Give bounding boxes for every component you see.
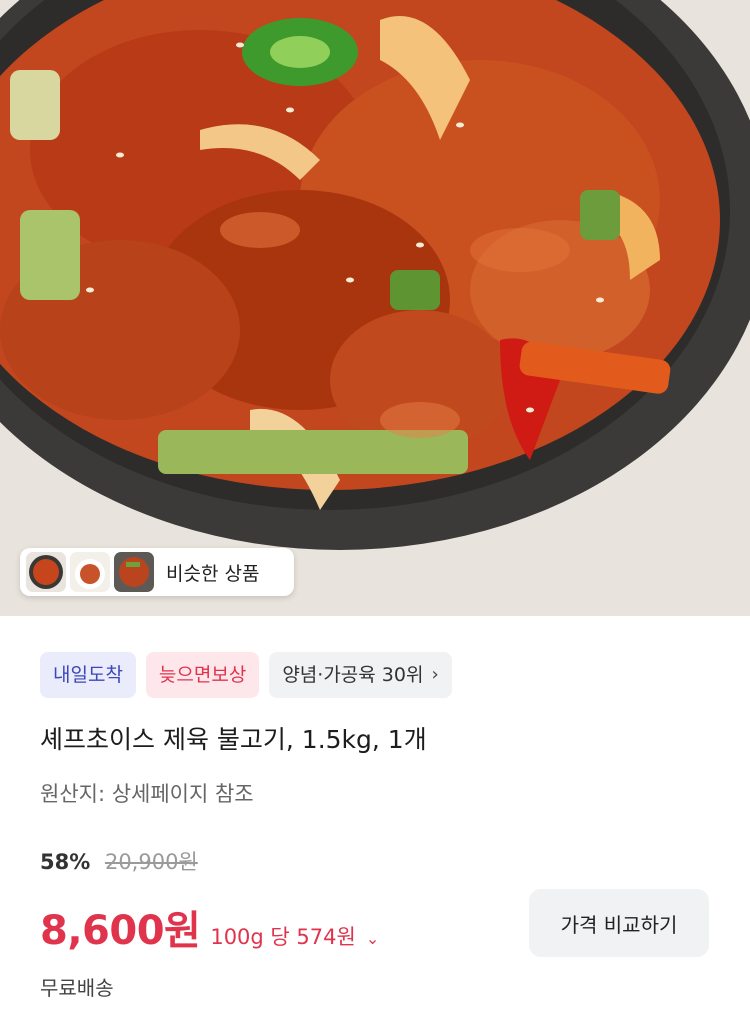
similar-products-button[interactable]: 비슷한 상품: [20, 548, 294, 596]
original-price: 20,900원: [104, 850, 198, 874]
chevron-right-icon: ›: [431, 664, 439, 685]
shipping-label: 무료배송: [40, 976, 114, 1000]
origin-text: 원산지: 상세페이지 참조: [40, 782, 254, 806]
similar-products-label: 비슷한 상품: [166, 562, 260, 585]
ranking-label: 양념·가공육 30위: [282, 664, 424, 686]
food-thumb-1-icon: [26, 552, 66, 592]
unit-price[interactable]: 100g 당 574원: [210, 921, 356, 951]
discount-row: 58% 20,900원: [40, 846, 198, 876]
discount-rate: 58%: [40, 850, 91, 874]
product-image[interactable]: 비슷한 상품: [0, 0, 750, 616]
delivery-badge: 내일도착: [40, 652, 136, 698]
price-compare-button[interactable]: 가격 비교하기: [529, 889, 709, 957]
chevron-down-icon[interactable]: ⌄: [366, 929, 379, 948]
food-photo: [0, 0, 750, 616]
sale-price: 8,600원: [40, 908, 201, 954]
ranking-badge[interactable]: 양념·가공육 30위 ›: [269, 652, 452, 698]
price-row: 8,600원 100g 당 574원 ⌄: [40, 898, 379, 956]
badge-row: 내일도착 늦으면보상 양념·가공육 30위 ›: [40, 652, 720, 698]
food-thumb-3-icon: [114, 552, 154, 592]
guarantee-badge: 늦으면보상: [145, 652, 260, 698]
product-title: 셰프초이스 제육 불고기, 1.5kg, 1개: [40, 725, 427, 754]
food-thumb-2-icon: [70, 552, 110, 592]
